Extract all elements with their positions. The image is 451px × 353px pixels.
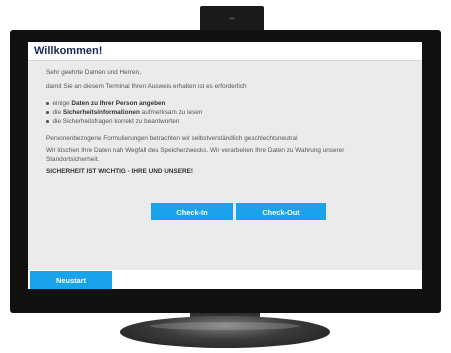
page-title: Willkommen! <box>34 45 103 57</box>
check-out-button[interactable]: Check-Out <box>236 203 326 220</box>
bullet-prefix: einige <box>52 100 72 107</box>
bullet-prefix: die Sicherheitsfragen korrekt zu beantwo… <box>52 118 180 125</box>
screen-footer: Neustart <box>28 270 422 289</box>
stand-base <box>120 316 330 348</box>
restart-button[interactable]: Neustart <box>30 271 112 289</box>
intro-text: damit Sie an diesem Terminal Ihren Auswe… <box>46 83 247 90</box>
bullet-suffix: aufmerksam zu lesen <box>139 109 203 116</box>
list-item: einige Daten zu Ihrer Person angeben <box>46 100 165 108</box>
bullet-prefix: die <box>52 109 63 116</box>
bullet-icon <box>46 120 49 123</box>
privacy-text-line1: Wir löschen Ihre Daten nah Wegfall des S… <box>46 147 345 154</box>
privacy-text-line2: Standortsicherheit. <box>46 156 100 163</box>
list-item: die Sicherheitsfragen korrekt zu beantwo… <box>46 118 179 126</box>
gender-note: Personenbezogene Formulierungen betracht… <box>46 135 298 142</box>
stand-base-highlight <box>150 322 300 330</box>
bullet-icon <box>46 102 49 105</box>
safety-slogan-text: SICHERHEIT IST WICHTIG - IHRE UND UNSERE… <box>46 168 193 175</box>
camera-lens-icon <box>229 17 235 20</box>
bullet-icon <box>46 111 49 114</box>
screen-header: Willkommen! <box>28 42 422 61</box>
welcome-panel: Sehr geehrte Damen und Herren, damit Sie… <box>28 61 422 289</box>
webcam <box>200 6 264 31</box>
check-in-button[interactable]: Check-In <box>151 203 233 220</box>
bullet-strong: Daten zu Ihrer Person angeben <box>71 100 166 107</box>
bullet-strong: Sicherheitsinformationen <box>62 109 140 116</box>
kiosk-terminal-scene: Willkommen! Sehr geehrte Damen und Herre… <box>0 0 451 353</box>
list-item: die Sicherheitsinformationen aufmerksam … <box>46 109 202 117</box>
greeting-text: Sehr geehrte Damen und Herren, <box>46 69 141 76</box>
terminal-screen: Willkommen! Sehr geehrte Damen und Herre… <box>28 42 422 289</box>
safety-slogan: SICHERHEIT IST WICHTIG - IHRE UND UNSERE… <box>46 168 193 176</box>
